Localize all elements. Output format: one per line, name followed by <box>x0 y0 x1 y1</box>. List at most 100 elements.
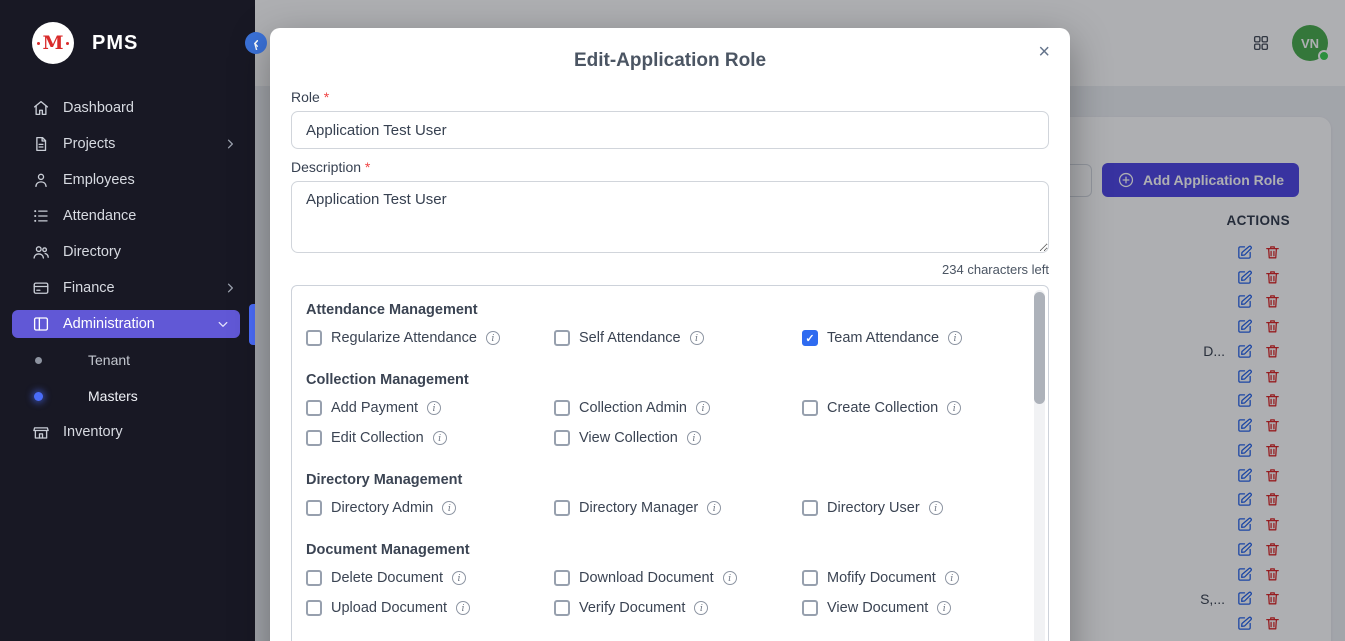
permission-checkbox-item[interactable]: Self Attendance i <box>554 330 802 346</box>
checkbox-unchecked[interactable] <box>306 400 322 416</box>
permission-label: Collection Admin <box>579 400 687 416</box>
sidebar-subitem-masters[interactable]: Masters <box>0 378 255 414</box>
info-icon[interactable]: i <box>947 401 961 415</box>
description-label-text: Description <box>291 159 361 175</box>
permission-checkbox-item[interactable]: Add Paymenti <box>306 400 554 416</box>
info-icon[interactable]: i <box>694 601 708 615</box>
permission-group: Directory ManagementDirectory AdminiDire… <box>306 472 1014 516</box>
info-icon[interactable]: i <box>929 501 943 515</box>
checkbox-unchecked[interactable] <box>306 600 322 616</box>
info-icon[interactable]: i <box>707 501 721 515</box>
sidebar-item-administration[interactable]: Administration <box>12 310 240 338</box>
permission-checkbox-item[interactable]: Verify Documenti <box>554 600 802 616</box>
info-icon[interactable]: i <box>442 501 456 515</box>
app-root: M PMS Dashboard Projects Employees Atten… <box>0 0 1345 641</box>
sidebar-item-attendance[interactable]: Attendance <box>0 198 255 234</box>
checkbox-unchecked[interactable] <box>554 430 570 446</box>
permission-group: Attendance ManagementRegularize Attendan… <box>306 302 1014 346</box>
sidebar-collapse-button[interactable] <box>245 32 267 54</box>
permission-label: Directory User <box>827 500 920 516</box>
checkbox-unchecked[interactable] <box>554 500 570 516</box>
layout-panel-icon <box>32 315 50 333</box>
checkbox-unchecked[interactable] <box>306 570 322 586</box>
scrollbar-thumb[interactable] <box>1034 292 1045 404</box>
checkbox-unchecked[interactable] <box>802 570 818 586</box>
permission-label: Regularize Attendance <box>331 330 477 346</box>
sidebar-item-inventory[interactable]: Inventory <box>0 414 255 450</box>
checkbox-unchecked[interactable] <box>554 600 570 616</box>
permission-label: View Collection <box>579 430 678 446</box>
sidebar-item-finance[interactable]: Finance <box>0 270 255 306</box>
sidebar: M PMS Dashboard Projects Employees Atten… <box>0 0 255 641</box>
sidebar-nav: Dashboard Projects Employees Attendance … <box>0 80 255 450</box>
permission-checkbox-item[interactable]: Directory Manageri <box>554 500 802 516</box>
logo-letter: M <box>42 32 63 54</box>
info-icon[interactable]: i <box>690 331 704 345</box>
info-icon[interactable]: i <box>427 401 441 415</box>
sidebar-item-employees[interactable]: Employees <box>0 162 255 198</box>
checkbox-unchecked[interactable] <box>554 570 570 586</box>
permission-checkbox-item[interactable]: View Document i <box>802 600 1014 616</box>
sidebar-item-directory[interactable]: Directory <box>0 234 255 270</box>
role-label: Role * <box>291 89 1049 105</box>
list-icon <box>32 207 50 225</box>
info-icon[interactable]: i <box>433 431 447 445</box>
permission-checkbox-item[interactable]: Regularize Attendance i <box>306 330 554 346</box>
required-asterisk: * <box>365 159 370 175</box>
permission-checkbox-item[interactable]: Download Document i <box>554 570 802 586</box>
permission-label: View Document <box>827 600 928 616</box>
permission-checkbox-item[interactable]: Upload Documenti <box>306 600 554 616</box>
permission-checkbox-item[interactable]: Directory Admini <box>306 500 554 516</box>
checkbox-unchecked[interactable] <box>306 430 322 446</box>
checkbox-unchecked[interactable] <box>306 500 322 516</box>
permission-label: Self Attendance <box>579 330 681 346</box>
description-textarea[interactable]: Application Test User <box>291 181 1049 253</box>
sidebar-subitem-label: Tenant <box>88 352 130 368</box>
sidebar-subitem-tenant[interactable]: Tenant <box>0 342 255 378</box>
home-icon <box>32 99 50 117</box>
permission-checkbox-item[interactable]: Directory User i <box>802 500 1014 516</box>
sidebar-item-dashboard[interactable]: Dashboard <box>0 90 255 126</box>
permission-checkbox-item[interactable]: Delete Document i <box>306 570 554 586</box>
description-label: Description * <box>291 159 1049 175</box>
permission-group-title: Collection Management <box>306 372 1014 388</box>
info-icon[interactable]: i <box>945 571 959 585</box>
permission-label: Download Document <box>579 570 714 586</box>
checkbox-unchecked[interactable] <box>802 600 818 616</box>
permission-checkbox-item[interactable]: ✓Team Attendancei <box>802 330 1014 346</box>
permission-checkbox-item[interactable]: Edit Collectioni <box>306 430 554 446</box>
permission-checkbox-item[interactable]: Collection Admin i <box>554 400 802 416</box>
store-icon <box>32 423 50 441</box>
info-icon[interactable]: i <box>723 571 737 585</box>
info-icon[interactable]: i <box>456 601 470 615</box>
info-icon[interactable]: i <box>937 601 951 615</box>
app-name: PMS <box>92 32 138 55</box>
checkbox-unchecked[interactable] <box>306 330 322 346</box>
sidebar-subitem-label: Masters <box>88 388 138 404</box>
permission-checkbox-item[interactable]: Create Collectioni <box>802 400 1014 416</box>
permission-label: Delete Document <box>331 570 443 586</box>
sidebar-item-projects[interactable]: Projects <box>0 126 255 162</box>
role-label-text: Role <box>291 89 320 105</box>
permission-checkbox-item[interactable]: View Collection i <box>554 430 802 446</box>
brand: M PMS <box>0 0 255 80</box>
info-icon[interactable]: i <box>948 331 962 345</box>
role-input[interactable] <box>291 111 1049 149</box>
checkbox-unchecked[interactable] <box>554 330 570 346</box>
close-icon[interactable]: × <box>1038 42 1050 62</box>
checkbox-unchecked[interactable] <box>554 400 570 416</box>
info-icon[interactable]: i <box>452 571 466 585</box>
checkbox-unchecked[interactable] <box>802 400 818 416</box>
info-icon[interactable]: i <box>696 401 710 415</box>
checkbox-unchecked[interactable] <box>802 500 818 516</box>
permission-checkbox-item[interactable]: Mofify Documenti <box>802 570 1014 586</box>
info-icon[interactable]: i <box>486 331 500 345</box>
permission-group: Document ManagementDelete DocumentiDownl… <box>306 542 1014 616</box>
checkbox-checked[interactable]: ✓ <box>802 330 818 346</box>
modal-title: Edit-Application Role <box>291 28 1049 73</box>
sidebar-item-label: Inventory <box>63 424 123 440</box>
info-icon[interactable]: i <box>687 431 701 445</box>
chevron-right-icon <box>223 137 237 151</box>
logo-dot-icon <box>37 42 40 45</box>
sidebar-item-label: Projects <box>63 136 115 152</box>
